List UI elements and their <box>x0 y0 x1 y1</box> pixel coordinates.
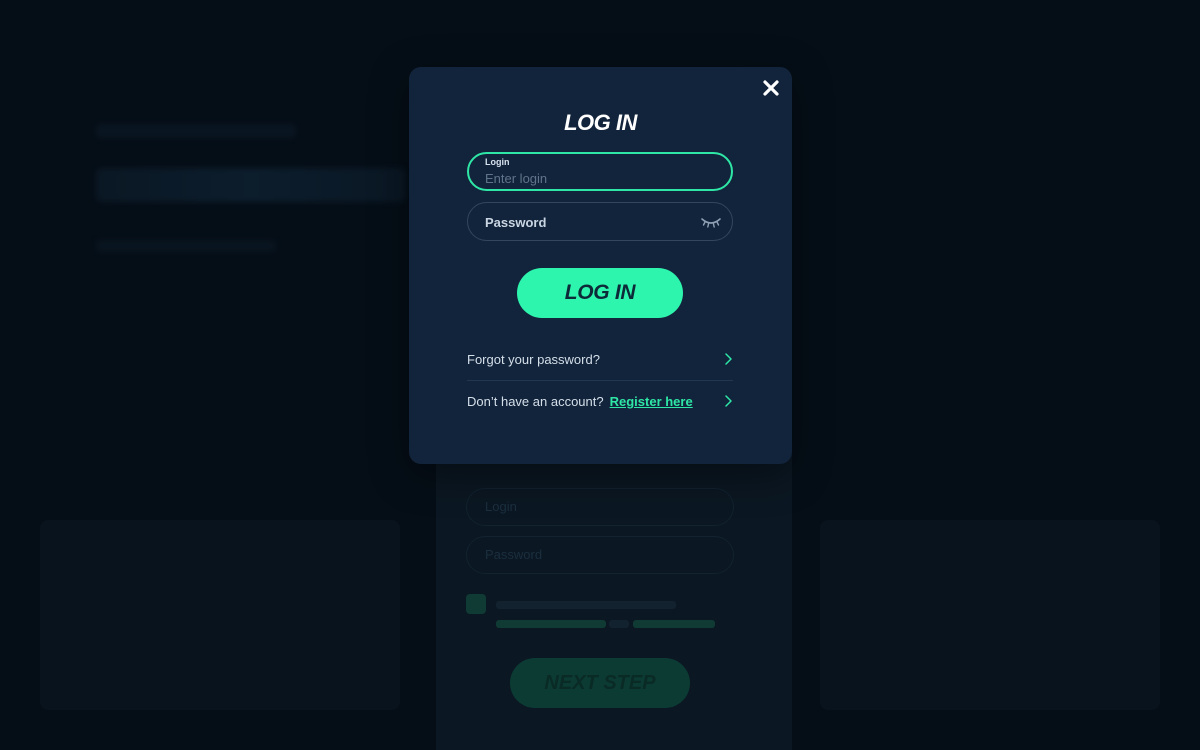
close-icon[interactable] <box>760 77 782 99</box>
background-login-input: Login <box>466 488 734 526</box>
background-terms-text <box>496 596 715 634</box>
background-password-input: Password <box>466 536 734 574</box>
eye-closed-icon[interactable] <box>700 215 722 229</box>
chevron-right-icon <box>723 352 733 366</box>
forgot-password-text: Forgot your password? <box>467 352 600 367</box>
background-headline <box>96 168 406 202</box>
forgot-password-link[interactable]: Forgot your password? <box>467 350 733 372</box>
password-input[interactable] <box>485 212 685 232</box>
background-card-right <box>820 520 1160 710</box>
background-next-step-button: NEXT STEP <box>510 658 690 708</box>
divider <box>467 380 733 381</box>
login-field-label: Login <box>485 157 510 167</box>
password-field[interactable] <box>467 202 733 241</box>
background-subtitle <box>96 124 296 138</box>
register-row: Don’t have an account? Register here <box>467 392 733 414</box>
login-input[interactable] <box>485 169 715 187</box>
login-field[interactable]: Login <box>467 152 733 191</box>
register-link[interactable]: Register here <box>610 394 693 409</box>
modal-title: LOG IN <box>564 110 637 135</box>
background-card-left <box>40 520 400 710</box>
chevron-right-icon[interactable] <box>723 394 733 408</box>
login-button[interactable]: LOG IN <box>517 268 683 318</box>
background-terms-checkbox <box>466 594 486 614</box>
background-text-line <box>96 240 276 252</box>
no-account-text: Don’t have an account? <box>467 394 604 409</box>
